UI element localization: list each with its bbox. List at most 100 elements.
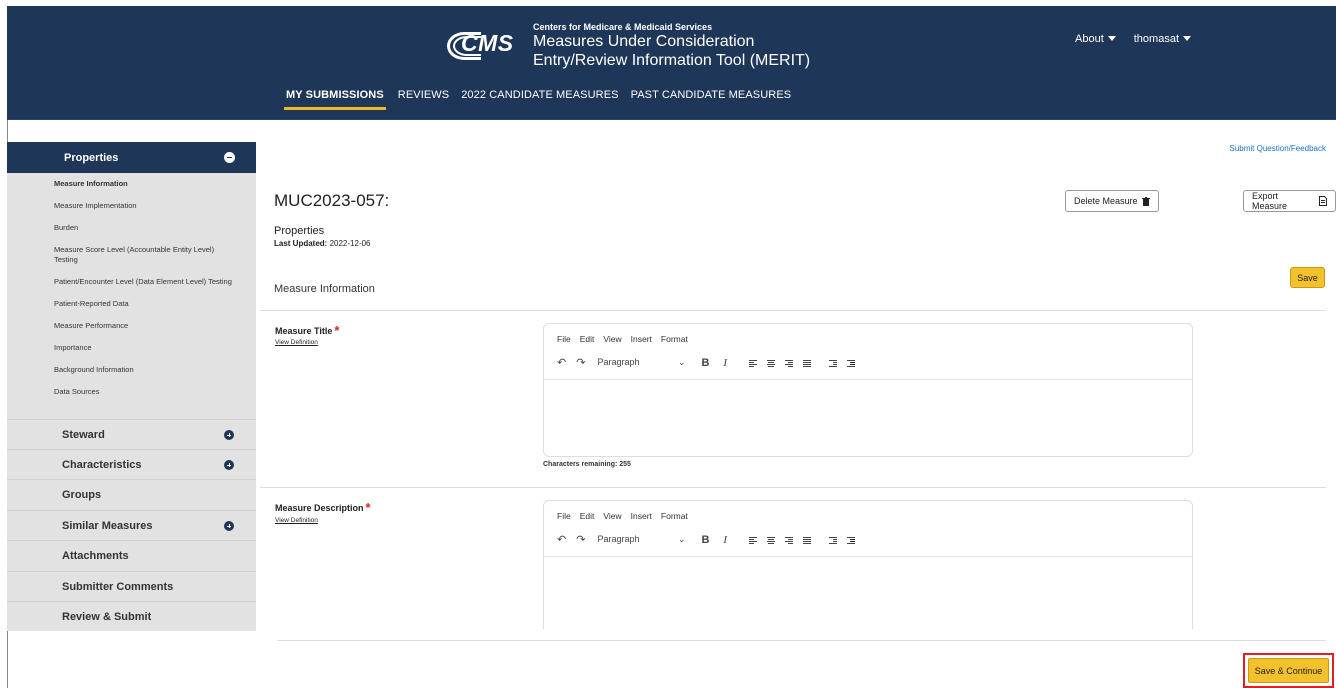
expand-icon[interactable] [224,430,234,440]
tab-past-candidate-measures[interactable]: PAST CANDIDATE MEASURES [631,89,792,110]
brand[interactable]: CMS Centers for Medicare & Medicaid Serv… [447,16,810,76]
align-justify-icon[interactable] [803,536,812,544]
org-name: Centers for Medicare & Medicaid Services [533,21,713,32]
chevron-down-icon: ⌄ [677,534,686,544]
sidebar-item-measure-score-level-testing[interactable]: Measure Score Level (Accountable Entity … [54,245,239,265]
characters-remaining: Characters remaining: 255 [543,461,631,468]
bold-icon[interactable]: B [701,357,709,369]
align-center-icon[interactable] [767,536,776,544]
caret-down-icon [1183,36,1191,41]
menu-format[interactable]: Format [661,511,688,521]
indent-icon[interactable] [847,536,856,544]
italic-icon[interactable]: I [723,534,727,546]
measure-description-editor[interactable]: File Edit View Insert Format ↶ ↷ Paragra… [543,500,1193,629]
save-button[interactable]: Save [1290,267,1325,288]
export-measure-button[interactable]: Export Measure [1243,190,1336,212]
save-continue-button[interactable]: Save & Continue [1243,653,1334,688]
site-header: CMS Centers for Medicare & Medicaid Serv… [7,6,1336,120]
collapse-icon[interactable] [224,152,235,163]
sidebar-section-similar-measures[interactable]: Similar Measures [7,510,256,540]
sidebar-section-groups[interactable]: Groups [7,479,256,509]
sidebar-item-measure-performance[interactable]: Measure Performance [54,321,239,331]
sidebar-item-patient-encounter-level-testing[interactable]: Patient/Encounter Level (Data Element Le… [54,277,239,287]
editor-menubar: File Edit View Insert Format [557,334,688,344]
editor-menubar: File Edit View Insert Format [557,511,688,521]
bold-icon[interactable]: B [701,534,709,546]
expand-icon[interactable] [224,460,234,470]
align-left-icon[interactable] [749,536,758,544]
align-justify-icon[interactable] [803,359,812,367]
sidebar-section-steward[interactable]: Steward [7,419,256,449]
editor-toolbar: ↶ ↷ Paragraph ⌄ B I [557,356,865,369]
block-format-select[interactable]: Paragraph ⌄ [597,534,685,545]
sidebar-section-characteristics[interactable]: Characteristics [7,449,256,479]
menu-view[interactable]: View [603,511,621,521]
menu-format[interactable]: Format [661,334,688,344]
redo-icon[interactable]: ↷ [576,533,585,546]
submit-feedback-link[interactable]: Submit Question/Feedback [1230,144,1327,153]
outdent-icon[interactable] [829,536,838,544]
menu-file[interactable]: File [557,511,571,521]
sidebar-section-submitter-comments[interactable]: Submitter Comments [7,571,256,601]
divider [260,487,1326,488]
sidebar-item-data-sources[interactable]: Data Sources [54,387,239,397]
undo-icon[interactable]: ↶ [557,356,566,369]
menu-edit[interactable]: Edit [580,511,595,521]
menu-insert[interactable]: Insert [631,334,652,344]
sidebar-item-importance[interactable]: Importance [54,343,239,353]
menu-file[interactable]: File [557,334,571,344]
sidebar-item-patient-reported-data[interactable]: Patient-Reported Data [54,299,239,309]
required-asterisk: * [365,500,371,515]
measure-id-heading: MUC2023-057: [274,191,390,210]
align-left-icon[interactable] [749,359,758,367]
trash-icon [1141,196,1150,206]
align-right-icon[interactable] [785,536,794,544]
measure-description-label: Measure Description * [275,500,371,515]
tab-2022-candidate-measures[interactable]: 2022 CANDIDATE MEASURES [461,89,618,110]
app-title-line2: Entry/Review Information Tool (MERIT) [533,51,811,69]
menu-view[interactable]: View [603,334,621,344]
sidebar-section-properties[interactable]: Properties [7,142,256,173]
subsection-title: Measure Information [274,283,375,295]
undo-icon[interactable]: ↶ [557,533,566,546]
about-menu[interactable]: About [1075,33,1116,45]
user-menu[interactable]: thomasat [1134,33,1191,45]
tab-reviews[interactable]: REVIEWS [398,89,449,110]
sidebar-section-review-submit[interactable]: Review & Submit [7,601,256,631]
chevron-down-icon: ⌄ [677,357,686,367]
toolbar-divider [544,379,1192,380]
delete-measure-button[interactable]: Delete Measure [1065,190,1159,212]
sidebar-item-background-information[interactable]: Background Information [54,365,239,375]
menu-edit[interactable]: Edit [580,334,595,344]
block-format-select[interactable]: Paragraph ⌄ [597,357,685,368]
toolbar-divider [544,556,1192,557]
outdent-icon[interactable] [829,359,838,367]
user-nav: About thomasat [1075,33,1191,45]
menu-insert[interactable]: Insert [631,511,652,521]
align-center-icon[interactable] [767,359,776,367]
align-right-icon[interactable] [785,359,794,367]
measure-title-editor[interactable]: File Edit View Insert Format ↶ ↷ Paragra… [543,323,1193,457]
sidebar-item-measure-implementation[interactable]: Measure Implementation [54,201,239,211]
app-title-line1: Measures Under Consideration [533,32,755,50]
view-definition-link[interactable]: View Definition [275,339,318,346]
editor-toolbar: ↶ ↷ Paragraph ⌄ B I [557,533,865,546]
sidebar-section-attachments[interactable]: Attachments [7,540,256,570]
sidebar-item-burden[interactable]: Burden [54,223,239,233]
tab-my-submissions[interactable]: MY SUBMISSIONS [284,89,386,110]
expand-icon[interactable] [224,521,234,531]
properties-sublist: Measure Information Measure Implementati… [7,173,256,397]
cms-logo: CMS [447,26,529,66]
redo-icon[interactable]: ↷ [576,356,585,369]
view-definition-link[interactable]: View Definition [275,517,318,524]
italic-icon[interactable]: I [723,357,727,369]
indent-icon[interactable] [847,359,856,367]
section-label: Properties [274,225,325,237]
divider [277,640,1326,641]
required-asterisk: * [334,323,340,338]
caret-down-icon [1107,36,1116,41]
divider [260,310,1326,311]
document-icon [1319,196,1327,206]
last-updated: Last Updated: 2022-12-06 [274,239,371,248]
sidebar-item-measure-information[interactable]: Measure Information [54,179,239,189]
